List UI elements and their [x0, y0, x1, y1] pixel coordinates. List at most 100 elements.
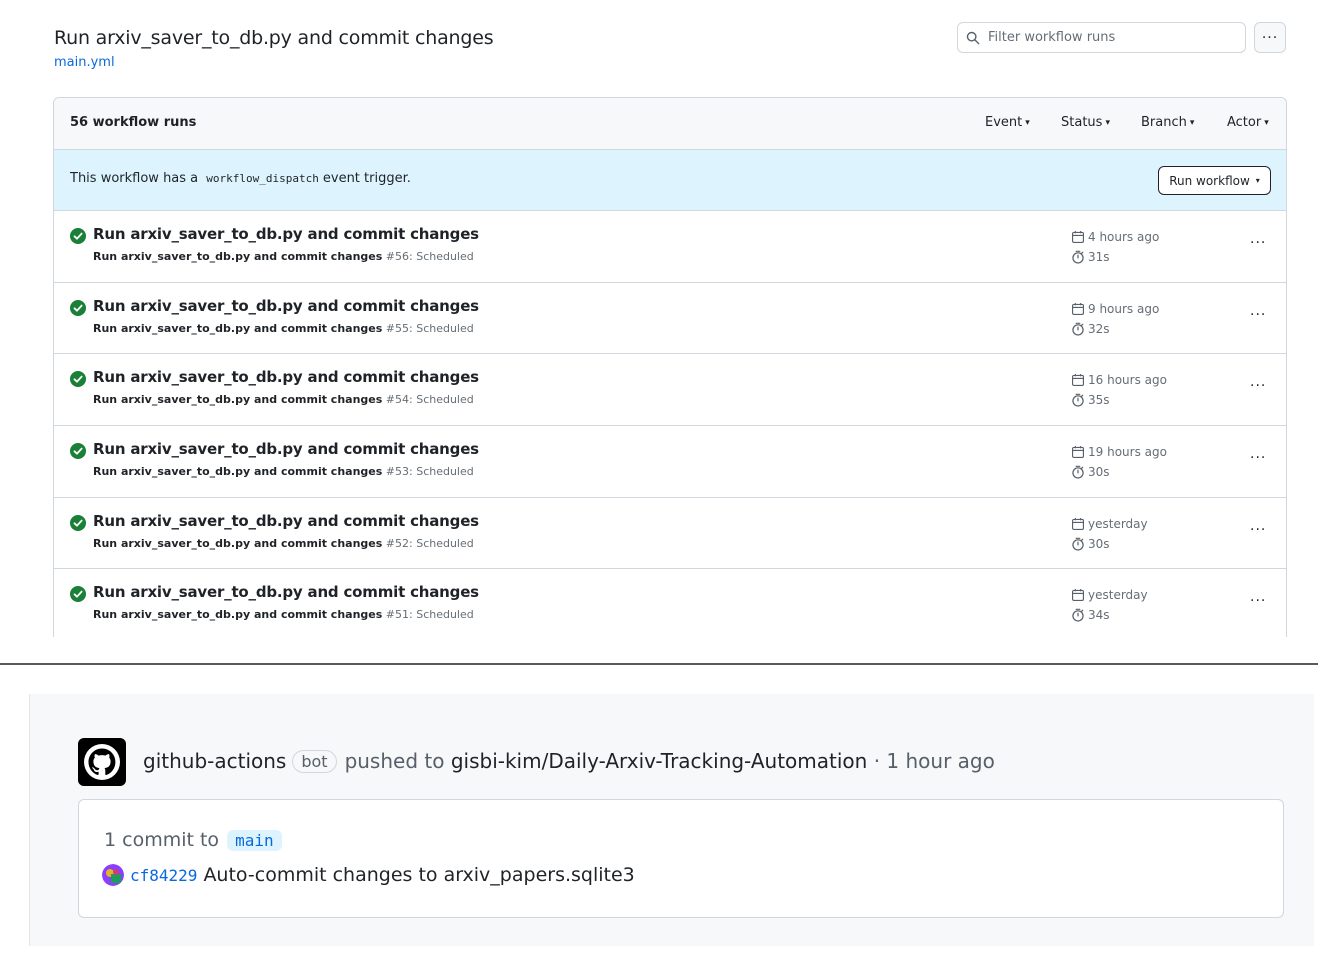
- run-row[interactable]: Run arxiv_saver_to_db.py and commit chan…: [54, 282, 1286, 355]
- caret-down-icon: ▾: [1189, 118, 1195, 128]
- filter-runs-box[interactable]: [957, 22, 1246, 53]
- run-subtitle: Run arxiv_saver_to_db.py and commit chan…: [93, 321, 474, 335]
- run-duration: 35s: [1071, 393, 1110, 407]
- search-icon: [966, 31, 980, 44]
- calendar-icon: [1072, 302, 1084, 315]
- run-menu-button[interactable]: ···: [1250, 307, 1266, 323]
- kebab-horizontal-icon: ···: [1250, 450, 1267, 467]
- run-menu-button[interactable]: ···: [1250, 522, 1266, 538]
- actor-link[interactable]: github-actions: [143, 749, 286, 773]
- run-subtitle: Run arxiv_saver_to_db.py and commit chan…: [93, 536, 474, 550]
- feed-action: pushed to: [344, 749, 445, 773]
- run-menu-button[interactable]: ···: [1250, 450, 1266, 466]
- kebab-horizontal-icon: ···: [1250, 521, 1267, 538]
- calendar-icon: [1072, 374, 1084, 387]
- run-duration: 30s: [1071, 537, 1110, 551]
- status-filter[interactable]: Status ▾: [1061, 115, 1110, 130]
- branch-chip[interactable]: main: [227, 829, 282, 851]
- stopwatch-icon: [1072, 250, 1084, 264]
- bot-badge: bot: [292, 749, 337, 773]
- check-circle-icon: [70, 228, 86, 244]
- run-subtitle: Run arxiv_saver_to_db.py and commit chan…: [93, 393, 474, 407]
- run-workflow-button[interactable]: Run workflow ▾: [1158, 166, 1271, 195]
- kebab-horizontal-icon: ···: [1250, 378, 1267, 395]
- run-row[interactable]: Run arxiv_saver_to_db.py and commit chan…: [54, 354, 1286, 427]
- run-row[interactable]: Run arxiv_saver_to_db.py and commit chan…: [54, 569, 1286, 637]
- commit-sha-link[interactable]: cf84229: [130, 866, 197, 885]
- run-time: yesterday: [1071, 517, 1148, 531]
- run-title-link[interactable]: Run arxiv_saver_to_db.py and commit chan…: [93, 225, 479, 243]
- runs-count: 56 workflow runs: [70, 115, 197, 130]
- run-title-link[interactable]: Run arxiv_saver_to_db.py and commit chan…: [93, 583, 479, 601]
- run-subtitle: Run arxiv_saver_to_db.py and commit chan…: [93, 608, 474, 622]
- calendar-icon: [1072, 446, 1084, 459]
- dispatch-banner: This workflow has a workflow_dispatch eve…: [54, 150, 1286, 211]
- section-divider: [0, 663, 1318, 665]
- feed-time: · 1 hour ago: [873, 749, 995, 773]
- run-duration: 32s: [1071, 322, 1110, 336]
- stopwatch-icon: [1072, 322, 1084, 336]
- workflow-runs-list: 56 workflow runs Event ▾ Status ▾ Branch ▾ …: [53, 97, 1287, 637]
- run-duration: 31s: [1071, 250, 1110, 264]
- check-circle-icon: [70, 443, 86, 460]
- github-actions-avatar[interactable]: [78, 738, 126, 786]
- run-time: yesterday: [1071, 588, 1148, 602]
- check-circle-icon: [70, 586, 86, 603]
- run-title-link[interactable]: Run arxiv_saver_to_db.py and commit chan…: [93, 512, 479, 530]
- run-subtitle: Run arxiv_saver_to_db.py and commit chan…: [93, 465, 474, 479]
- branch-filter[interactable]: Branch ▾: [1141, 115, 1194, 130]
- feed-headline: github-actions bot pushed to gisbi-kim/D…: [143, 749, 995, 773]
- run-subtitle: Run arxiv_saver_to_db.py and commit chan…: [93, 250, 474, 263]
- runs-header: 56 workflow runs Event ▾ Status ▾ Branch ▾ …: [54, 98, 1286, 150]
- run-menu-button[interactable]: ···: [1250, 593, 1266, 609]
- kebab-horizontal-icon: ···: [1250, 306, 1267, 323]
- check-circle-icon: [70, 514, 86, 531]
- check-circle-icon: [70, 371, 86, 388]
- run-time: 16 hours ago: [1071, 373, 1167, 387]
- run-time: 9 hours ago: [1071, 302, 1159, 316]
- run-title-link[interactable]: Run arxiv_saver_to_db.py and commit chan…: [93, 440, 479, 458]
- stopwatch-icon: [1072, 394, 1084, 407]
- calendar-icon: [1072, 517, 1084, 530]
- caret-down-icon: ▾: [1264, 118, 1269, 128]
- run-duration: 30s: [1071, 465, 1110, 479]
- caret-down-icon: ▾: [1025, 118, 1030, 128]
- stopwatch-icon: [1072, 465, 1084, 479]
- activity-feed-item: github-actions bot pushed to gisbi-kim/D…: [29, 694, 1314, 946]
- run-row[interactable]: Run arxiv_saver_to_db.py and commit chan…: [54, 426, 1286, 498]
- dispatch-text: This workflow has a workflow_dispatch eve…: [70, 171, 411, 186]
- commit-count: 1 commit to main: [104, 829, 282, 851]
- workflow-title: Run arxiv_saver_to_db.py and commit chan…: [54, 27, 494, 49]
- caret-down-icon: ▾: [1105, 118, 1110, 128]
- workflow-menu-button[interactable]: ···: [1254, 22, 1286, 53]
- kebab-horizontal-icon: ···: [1250, 593, 1267, 610]
- kebab-horizontal-icon: ···: [1250, 235, 1267, 251]
- push-card: 1 commit to main cf84229 Auto-commit cha…: [78, 799, 1284, 918]
- run-title-link[interactable]: Run arxiv_saver_to_db.py and commit chan…: [93, 368, 479, 386]
- run-row[interactable]: Run arxiv_saver_to_db.py and commit chan…: [54, 211, 1286, 283]
- commit-item: cf84229 Auto-commit changes to arxiv_pap…: [102, 864, 635, 886]
- calendar-icon: [1072, 589, 1084, 602]
- stopwatch-icon: [1072, 537, 1084, 551]
- run-duration: 34s: [1071, 608, 1110, 622]
- run-time: 4 hours ago: [1071, 230, 1159, 244]
- caret-down-icon: ▾: [1255, 176, 1260, 185]
- run-menu-button[interactable]: ···: [1250, 378, 1266, 394]
- run-title-link[interactable]: Run arxiv_saver_to_db.py and commit chan…: [93, 297, 479, 315]
- filter-runs-input[interactable]: [988, 30, 1228, 45]
- commit-message: Auto-commit changes to arxiv_papers.sqli…: [203, 864, 635, 886]
- workflow-file-link[interactable]: main.yml: [54, 55, 115, 70]
- run-time: 19 hours ago: [1071, 445, 1167, 459]
- calendar-icon: [1072, 231, 1084, 243]
- check-circle-icon: [70, 299, 86, 316]
- run-row[interactable]: Run arxiv_saver_to_db.py and commit chan…: [54, 497, 1286, 570]
- event-filter[interactable]: Event ▾: [985, 115, 1030, 130]
- github-mark-icon: [84, 744, 120, 780]
- repo-link[interactable]: gisbi-kim/Daily-Arxiv-Tracking-Automatio…: [451, 749, 868, 773]
- run-menu-button[interactable]: ···: [1250, 235, 1266, 251]
- actor-filter[interactable]: Actor ▾: [1227, 115, 1269, 130]
- stopwatch-icon: [1072, 609, 1084, 623]
- kebab-horizontal-icon: ···: [1261, 29, 1279, 46]
- committer-avatar[interactable]: [102, 864, 124, 886]
- dispatch-code: workflow_dispatch: [206, 172, 319, 185]
